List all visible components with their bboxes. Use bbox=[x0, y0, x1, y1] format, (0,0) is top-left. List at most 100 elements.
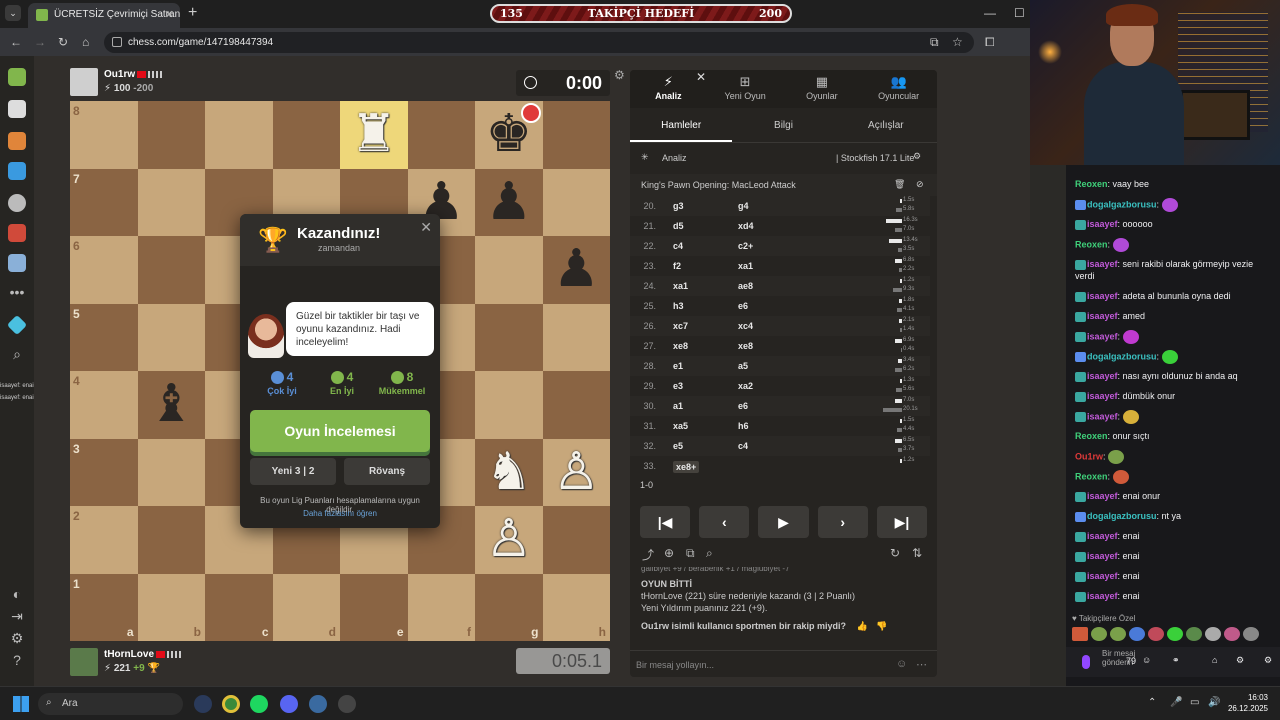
square-a7[interactable]: 7 bbox=[70, 168, 138, 236]
square-a1[interactable]: 1a bbox=[70, 573, 138, 641]
trash-icon[interactable]: 🗑 bbox=[894, 179, 905, 190]
emote-icon[interactable] bbox=[1167, 627, 1183, 641]
black-move[interactable]: e6 bbox=[738, 301, 748, 311]
tray-chevron-icon[interactable]: ⌃ bbox=[1148, 697, 1156, 708]
chat-username[interactable]: isaayef bbox=[1087, 571, 1118, 581]
flip-board-icon[interactable]: ⇅ bbox=[912, 546, 922, 560]
black-move[interactable]: c2+ bbox=[738, 241, 753, 251]
move-row[interactable]: 23. f2 xa1 6.8s 2.2s bbox=[630, 256, 930, 276]
square-b8[interactable] bbox=[137, 101, 205, 169]
chat-username[interactable]: isaayef bbox=[1087, 219, 1118, 229]
avatar[interactable] bbox=[70, 68, 98, 96]
new-tab-button[interactable]: + bbox=[188, 4, 197, 22]
square-a6[interactable]: 6 bbox=[70, 236, 138, 304]
move-row[interactable]: 26. xc7 xc4 2.1s 1.4s bbox=[630, 316, 930, 336]
white-move[interactable]: a1 bbox=[673, 401, 683, 411]
chat-username[interactable]: isaayef bbox=[1087, 371, 1118, 381]
move-row[interactable]: 29. e3 xa2 1.3s 5.6s bbox=[630, 376, 930, 396]
white-move[interactable]: e3 bbox=[673, 381, 683, 391]
chess-logo-icon[interactable] bbox=[8, 68, 26, 86]
modal-close-icon[interactable]: ✕ bbox=[420, 219, 432, 236]
square-g8[interactable]: ♚ bbox=[475, 101, 543, 169]
square-a4[interactable]: 4 bbox=[70, 371, 138, 439]
prev-move-button[interactable]: ‹ bbox=[699, 506, 750, 538]
game-review-button[interactable]: Oyun İncelemesi bbox=[250, 410, 430, 452]
black-piece[interactable]: ♝ bbox=[138, 371, 206, 439]
move-row[interactable]: 31. xa5 h6 1.5s 4.4s bbox=[630, 416, 930, 436]
emote-icon[interactable] bbox=[1243, 627, 1259, 641]
windows-start-icon[interactable] bbox=[13, 696, 29, 712]
black-move[interactable]: xa1 bbox=[738, 261, 753, 271]
square-b2[interactable] bbox=[137, 506, 205, 574]
emote-icon[interactable] bbox=[1224, 627, 1240, 641]
black-move[interactable]: c4 bbox=[738, 441, 748, 451]
minimize-button[interactable]: — bbox=[984, 6, 996, 20]
black-move[interactable]: xe8 bbox=[738, 341, 753, 351]
chat-username[interactable]: isaayef bbox=[1087, 311, 1118, 321]
subtab-openings[interactable]: Açılışlar bbox=[835, 110, 937, 142]
mic-icon[interactable] bbox=[1082, 655, 1090, 669]
more-options-icon[interactable]: ⋯ bbox=[916, 658, 927, 671]
move-row[interactable]: 25. h3 e6 1.8s 4.1s bbox=[630, 296, 930, 316]
white-move[interactable]: xa1 bbox=[673, 281, 688, 291]
news-icon[interactable] bbox=[8, 224, 26, 242]
emote-icon[interactable] bbox=[1072, 627, 1088, 641]
player-name[interactable]: Ou1rw bbox=[104, 69, 163, 80]
theme-toggle-icon[interactable]: ◐ bbox=[8, 586, 26, 602]
install-icon[interactable]: ⧉ bbox=[930, 35, 939, 50]
square-a2[interactable]: 2 bbox=[70, 506, 138, 574]
square-c8[interactable] bbox=[205, 101, 273, 169]
url-field[interactable]: chess.com/game/147198447394 bbox=[104, 32, 974, 53]
collapse-icon[interactable]: ⇥ bbox=[8, 608, 26, 625]
black-move[interactable]: h6 bbox=[738, 421, 749, 431]
first-move-button[interactable]: |◀ bbox=[640, 506, 691, 538]
square-a8[interactable]: 8 bbox=[70, 101, 138, 169]
chat-username[interactable]: isaayef bbox=[1087, 491, 1118, 501]
square-h1[interactable]: h bbox=[542, 573, 610, 641]
learn-more-link[interactable]: Daha fazlasını öğren bbox=[246, 509, 434, 518]
points-icon[interactable]: ⚭ bbox=[1172, 655, 1180, 666]
square-b3[interactable] bbox=[137, 438, 205, 506]
square-f8[interactable] bbox=[407, 101, 475, 169]
move-row[interactable]: 21. d5 xd4 16.3s 7.0s bbox=[630, 216, 930, 236]
chat-username[interactable]: isaayef bbox=[1087, 551, 1118, 561]
square-e1[interactable]: e bbox=[340, 573, 408, 641]
square-g2[interactable]: ♙ bbox=[475, 506, 543, 574]
square-g7[interactable]: ♟ bbox=[475, 168, 543, 236]
cancel-icon[interactable]: ⊘ bbox=[916, 179, 924, 190]
square-h5[interactable] bbox=[542, 303, 610, 371]
play-icon[interactable] bbox=[8, 100, 26, 118]
share-icon[interactable]: ⤴ bbox=[642, 546, 654, 563]
square-b7[interactable] bbox=[137, 168, 205, 236]
zoom-icon[interactable]: ⌕ bbox=[706, 546, 713, 561]
move-row[interactable]: 32. e5 c4 6.5s 3.7s bbox=[630, 436, 930, 456]
next-move-button[interactable]: › bbox=[817, 506, 868, 538]
chat-username[interactable]: isaayef bbox=[1087, 531, 1118, 541]
chrome-icon[interactable] bbox=[222, 695, 240, 713]
maximize-button[interactable]: ☐ bbox=[1014, 6, 1025, 20]
white-move[interactable]: e1 bbox=[673, 361, 683, 371]
engine-toggle-icon[interactable]: ✳ bbox=[641, 152, 649, 163]
chat-username[interactable]: Reoxen bbox=[1075, 431, 1108, 441]
chat-username[interactable]: dogalgazborusu bbox=[1087, 511, 1157, 521]
steam-icon[interactable] bbox=[194, 695, 212, 713]
black-move[interactable]: xc4 bbox=[738, 321, 753, 331]
square-h7[interactable] bbox=[542, 168, 610, 236]
volume-icon[interactable]: 🔊 bbox=[1208, 697, 1220, 708]
reload-icon[interactable]: ↻ bbox=[58, 35, 68, 49]
site-info-icon[interactable] bbox=[112, 37, 122, 47]
white-move[interactable]: xe8 bbox=[673, 341, 688, 351]
white-move[interactable]: f2 bbox=[673, 261, 681, 271]
subtab-moves[interactable]: Hamleler bbox=[630, 110, 733, 142]
square-d1[interactable]: d bbox=[272, 573, 340, 641]
settings-gear-icon[interactable]: ⚙ bbox=[8, 630, 26, 647]
social-icon[interactable] bbox=[8, 254, 26, 272]
board-settings-gear-icon[interactable]: ⚙ bbox=[614, 68, 625, 82]
white-move[interactable]: g3 bbox=[673, 201, 684, 211]
emote-icon[interactable] bbox=[1205, 627, 1221, 641]
move-row[interactable]: 33. xe8+ 1.2s bbox=[630, 456, 930, 476]
move-row[interactable]: 28. e1 a5 3.4s 6.2s bbox=[630, 356, 930, 376]
browser-tab[interactable]: ÜCRETSİZ Çevrimiçi Satranç Oyna ✕ bbox=[28, 3, 180, 28]
learn-icon[interactable] bbox=[8, 162, 26, 180]
square-d8[interactable] bbox=[272, 101, 340, 169]
